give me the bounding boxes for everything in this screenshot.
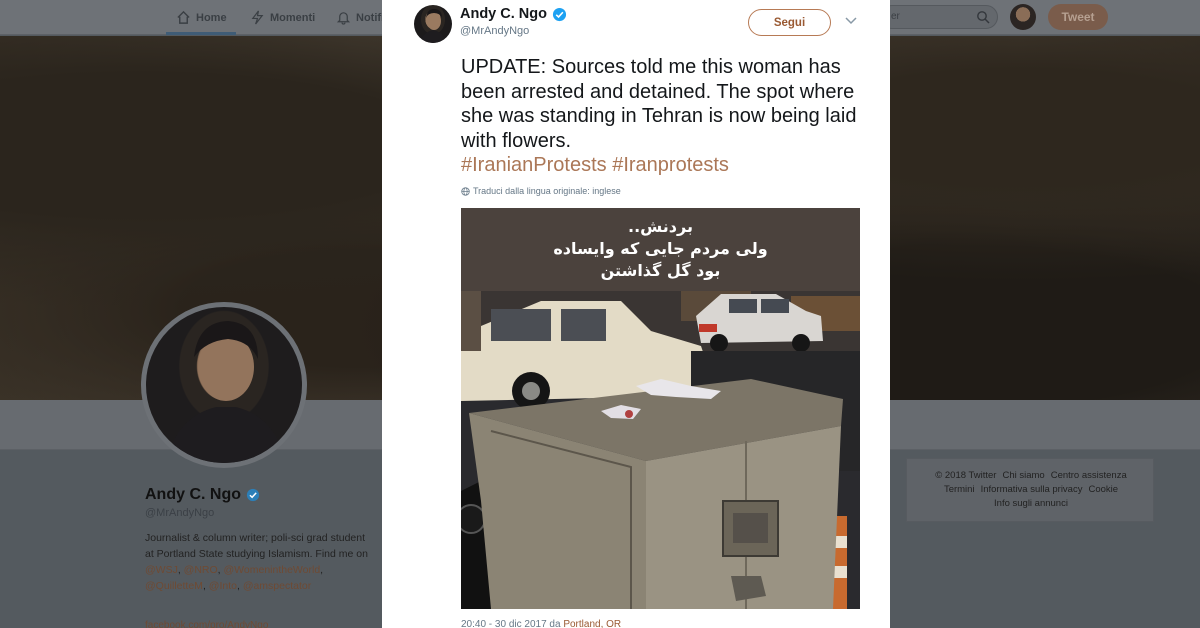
- footer-link[interactable]: Informativa sulla privacy: [981, 484, 1083, 495]
- image-caption-line: بود گل گذاشتن: [600, 261, 721, 280]
- profile-name-text: Andy C. Ngo: [145, 486, 241, 503]
- profile-name[interactable]: Andy C. Ngo: [145, 486, 260, 504]
- lightning-icon: [251, 10, 264, 25]
- profile-handle[interactable]: @MrAndyNgo: [145, 507, 214, 519]
- image-caption-line: ولی مردم جایی که وایساده: [553, 239, 768, 258]
- search-input[interactable]: er: [880, 5, 998, 29]
- search-placeholder: er: [891, 11, 900, 22]
- chevron-down-icon[interactable]: [844, 16, 858, 26]
- nav-home-label: Home: [196, 11, 227, 24]
- profile-website-link[interactable]: facebook.com/pro/AndyNgo: [145, 620, 268, 628]
- tweet-modal: Andy C. Ngo @MrAndyNgo Segui UPDATE: Sou…: [382, 0, 890, 628]
- author-photo: [420, 9, 446, 43]
- account-avatar[interactable]: [1010, 4, 1036, 30]
- tweet-author-avatar[interactable]: [414, 5, 452, 43]
- footer-link[interactable]: Info sugli annunci: [994, 498, 1068, 509]
- bio-text: Journalist & column writer; poli-sci gra…: [145, 532, 368, 560]
- nav-notifications[interactable]: Notifi: [336, 0, 384, 35]
- nav-moments[interactable]: Momenti: [250, 0, 315, 35]
- hashtag-link[interactable]: #IranianProtests: [461, 154, 607, 176]
- tweet-date: 30 dic 2017 da: [494, 619, 561, 628]
- hashtag-link[interactable]: #Iranprotests: [612, 154, 729, 176]
- search-icon[interactable]: [976, 10, 990, 24]
- bio-link[interactable]: @Into: [209, 580, 237, 592]
- globe-icon: [461, 186, 470, 196]
- footer-link[interactable]: Termini: [944, 484, 975, 495]
- footer-link[interactable]: Chi siamo: [1002, 470, 1044, 481]
- profile-bio: Journalist & column writer; poli-sci gra…: [145, 532, 368, 592]
- tweet-time[interactable]: 20:40: [461, 619, 486, 628]
- tweet-author-handle[interactable]: @MrAndyNgo: [460, 25, 529, 37]
- translate-link[interactable]: Traduci dalla lingua originale: inglese: [461, 186, 621, 196]
- nav-moments-label: Momenti: [270, 11, 316, 24]
- footer-link[interactable]: Cookie: [1088, 484, 1118, 495]
- bio-link[interactable]: @NRO: [184, 564, 218, 576]
- tweet-text: UPDATE: Sources told me this woman has b…: [461, 55, 869, 178]
- bio-link[interactable]: @WSJ: [145, 564, 178, 576]
- nav-notifications-label: Notifi: [356, 11, 385, 24]
- active-tab-indicator: [166, 32, 236, 35]
- verified-badge-icon: [552, 7, 567, 21]
- bell-icon: [336, 12, 351, 25]
- footer-link[interactable]: Centro assistenza: [1051, 470, 1127, 481]
- street-scene-illustration: [461, 291, 860, 609]
- bio-link[interactable]: @WomenintheWorld: [224, 564, 321, 576]
- nav-home[interactable]: Home: [176, 0, 227, 35]
- profile-photo: [166, 321, 286, 463]
- tweet-author-name[interactable]: Andy C. Ngo: [460, 6, 567, 22]
- profile-avatar[interactable]: [141, 302, 307, 468]
- tweet-author-name-text: Andy C. Ngo: [460, 6, 547, 22]
- street-photo: [461, 291, 860, 609]
- bio-link[interactable]: @amspectator: [243, 580, 311, 592]
- tweet-body: UPDATE: Sources told me this woman has b…: [461, 56, 857, 152]
- image-caption-band: بردنش.. ولی مردم جایی که وایساده بود گل …: [461, 208, 860, 291]
- compose-tweet-button[interactable]: Tweet: [1048, 4, 1108, 30]
- tweet-image[interactable]: بردنش.. ولی مردم جایی که وایساده بود گل …: [461, 208, 860, 609]
- image-caption-line: بردنش..: [628, 217, 693, 236]
- bio-link[interactable]: @QuilletteM: [145, 580, 203, 592]
- follow-button[interactable]: Segui: [748, 9, 831, 36]
- translate-label: Traduci dalla lingua originale: inglese: [473, 186, 621, 196]
- footer-copyright: © 2018 Twitter: [935, 470, 997, 481]
- tweet-location-link[interactable]: Portland, OR: [563, 619, 621, 628]
- image-caption: بردنش.. ولی مردم جایی که وایساده بود گل …: [461, 216, 860, 282]
- tweet-timestamp: 20:40 - 30 dic 2017 da Portland, OR: [461, 619, 622, 628]
- verified-badge-icon: [246, 488, 260, 502]
- home-icon: [177, 10, 190, 24]
- footer-links: © 2018 Twitter Chi siamo Centro assistenza…: [907, 469, 1155, 511]
- footer-links-box: © 2018 Twitter Chi siamo Centro assistenza…: [906, 458, 1154, 522]
